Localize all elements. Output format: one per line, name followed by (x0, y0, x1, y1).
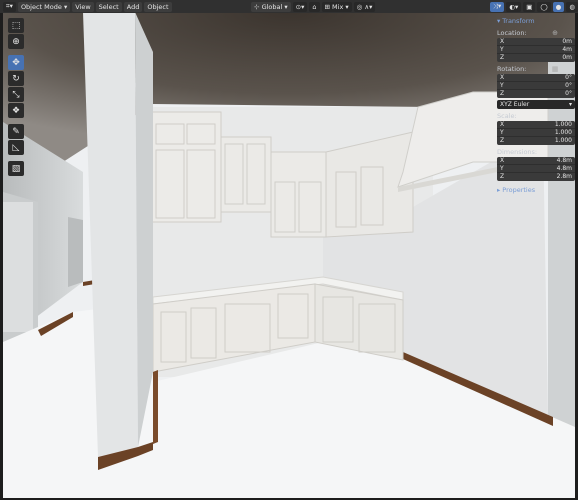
pivot-icon[interactable]: ⊙▾ (292, 1, 308, 12)
editor-type-button[interactable]: ⌗▾ (3, 1, 16, 12)
measure-icon[interactable]: ◺ (8, 140, 24, 155)
location-y-field[interactable]: Y 4m (497, 46, 575, 54)
move-icon[interactable]: ✥ (8, 55, 24, 70)
dimensions-y-value: 4.8m (556, 165, 572, 172)
axis-y-label: Y (500, 165, 504, 172)
rotation-y-value: 0° (565, 82, 572, 89)
transform-icon[interactable]: ❖ (8, 103, 24, 118)
location-x-field[interactable]: X 0m (497, 38, 575, 46)
transform-title: Transform (502, 17, 535, 25)
shading-solid-icon[interactable]: ● (552, 1, 565, 12)
scale-z-value: 1.000 (554, 137, 572, 144)
select-box-icon[interactable]: ⬚ (8, 18, 24, 33)
rotation-z-value: 0° (565, 90, 572, 97)
scale-label: Scale: (497, 112, 517, 120)
dimensions-label: Dimensions: (497, 148, 538, 156)
location-label: Location: (497, 29, 527, 37)
axis-z-label: Z (500, 54, 505, 61)
toolbar-gap (8, 156, 24, 160)
toolbar-gap (8, 119, 24, 123)
axis-z-label: Z (500, 90, 505, 97)
dimensions-z-value: 2.8m (556, 173, 572, 180)
chevron-down-icon: ▾ (568, 101, 572, 108)
tool-shelf: ⬚ ⊕ ✥ ↻ ⤡ ❖ ✎ ◺ ▧ (8, 18, 24, 176)
properties-panel-header[interactable]: ▸ Properties (497, 185, 575, 195)
location-z-value: 0m (562, 54, 572, 61)
axis-y-label: Y (500, 82, 504, 89)
toolbar-gap (8, 50, 24, 54)
menu-add[interactable]: Add (123, 1, 143, 12)
xray-icon[interactable]: ▣ (523, 1, 536, 12)
transform-panel-header[interactable]: ▾ Transform (497, 16, 575, 26)
axis-y-label: Y (500, 129, 504, 136)
menu-object[interactable]: Object (144, 1, 172, 12)
scale-icon[interactable]: ⤡ (8, 87, 24, 102)
scale-y-value: 1.000 (554, 129, 572, 136)
dimensions-x-field[interactable]: X 4.8m (497, 157, 575, 165)
rotation-label: Rotation: (497, 65, 527, 73)
scale-y-field[interactable]: Y 1.000 (497, 129, 575, 137)
shading-wire-icon[interactable]: ◯ (537, 1, 551, 12)
orientation-dropdown[interactable]: ⊹ Global ▾ (251, 1, 291, 12)
orientation-label: Global (261, 2, 283, 11)
menu-view[interactable]: View (72, 1, 94, 12)
shading-material-icon[interactable]: ◍ (566, 1, 578, 12)
3d-viewport[interactable] (3, 12, 575, 498)
rotation-fields: X 0° Y 0° Z 0° (497, 74, 575, 98)
location-x-value: 0m (562, 38, 572, 45)
menu-select[interactable]: Select (95, 1, 122, 12)
location-fields: X 0m Y 4m Z 0m (497, 38, 575, 62)
axis-x-label: X (500, 157, 505, 164)
mode-label: Object Mode (20, 2, 62, 11)
viewport-header: ⌗▾ Object Mode ▾ View Select Add Object … (0, 0, 578, 13)
overlay-icon[interactable]: ◐▾ (506, 1, 522, 12)
axis-z-label: Z (500, 173, 505, 180)
axis-x-label: X (500, 121, 505, 128)
annotate-icon[interactable]: ✎ (8, 124, 24, 139)
location-y-value: 4m (562, 46, 572, 53)
blender-window: ⌗▾ Object Mode ▾ View Select Add Object … (0, 0, 578, 500)
axis-y-label: Y (500, 46, 504, 53)
snap-target-dropdown[interactable]: ⊞ Mix ▾ (321, 1, 352, 12)
rotation-z-field[interactable]: Z 0° (497, 90, 575, 98)
rotate-icon[interactable]: ↻ (8, 71, 24, 86)
rotation-mode-value: XYZ Euler (500, 101, 530, 108)
dimensions-z-field[interactable]: Z 2.8m (497, 173, 575, 181)
add-cube-icon[interactable]: ▧ (8, 161, 24, 176)
shading-label: Mix (332, 2, 344, 11)
rotation-x-field[interactable]: X 0° (497, 74, 575, 82)
axis-x-label: X (500, 74, 505, 81)
gizmo-toggle-icon[interactable]: ⤨▾ (489, 1, 505, 12)
mode-dropdown[interactable]: Object Mode ▾ (17, 1, 71, 12)
kitchen-render (3, 12, 575, 498)
cursor-icon[interactable]: ⊕ (8, 34, 24, 49)
dimensions-fields: X 4.8m Y 4.8m Z 2.8m (497, 157, 575, 181)
scale-z-field[interactable]: Z 1.000 (497, 137, 575, 145)
rotation-mode-dropdown[interactable]: XYZ Euler ▾ (497, 100, 575, 109)
proportional-edit-icon[interactable]: ◎ ∧▾ (353, 1, 376, 12)
dimensions-y-field[interactable]: Y 4.8m (497, 165, 575, 173)
properties-title: Properties (502, 186, 536, 194)
rotation-y-field[interactable]: Y 0° (497, 82, 575, 90)
axis-z-label: Z (500, 137, 505, 144)
scale-fields: X 1.000 Y 1.000 Z 1.000 (497, 121, 575, 145)
scale-x-value: 1.000 (554, 121, 572, 128)
sidebar-transform-panel: ▾ Transform Location: X 0m Y 4m Z 0m Rotati… (497, 16, 575, 202)
scale-x-field[interactable]: X 1.000 (497, 121, 575, 129)
location-z-field[interactable]: Z 0m (497, 54, 575, 62)
dimensions-x-value: 4.8m (556, 157, 572, 164)
rotation-x-value: 0° (565, 74, 572, 81)
snap-icon[interactable]: ⌂ (309, 1, 320, 12)
axis-x-label: X (500, 38, 505, 45)
